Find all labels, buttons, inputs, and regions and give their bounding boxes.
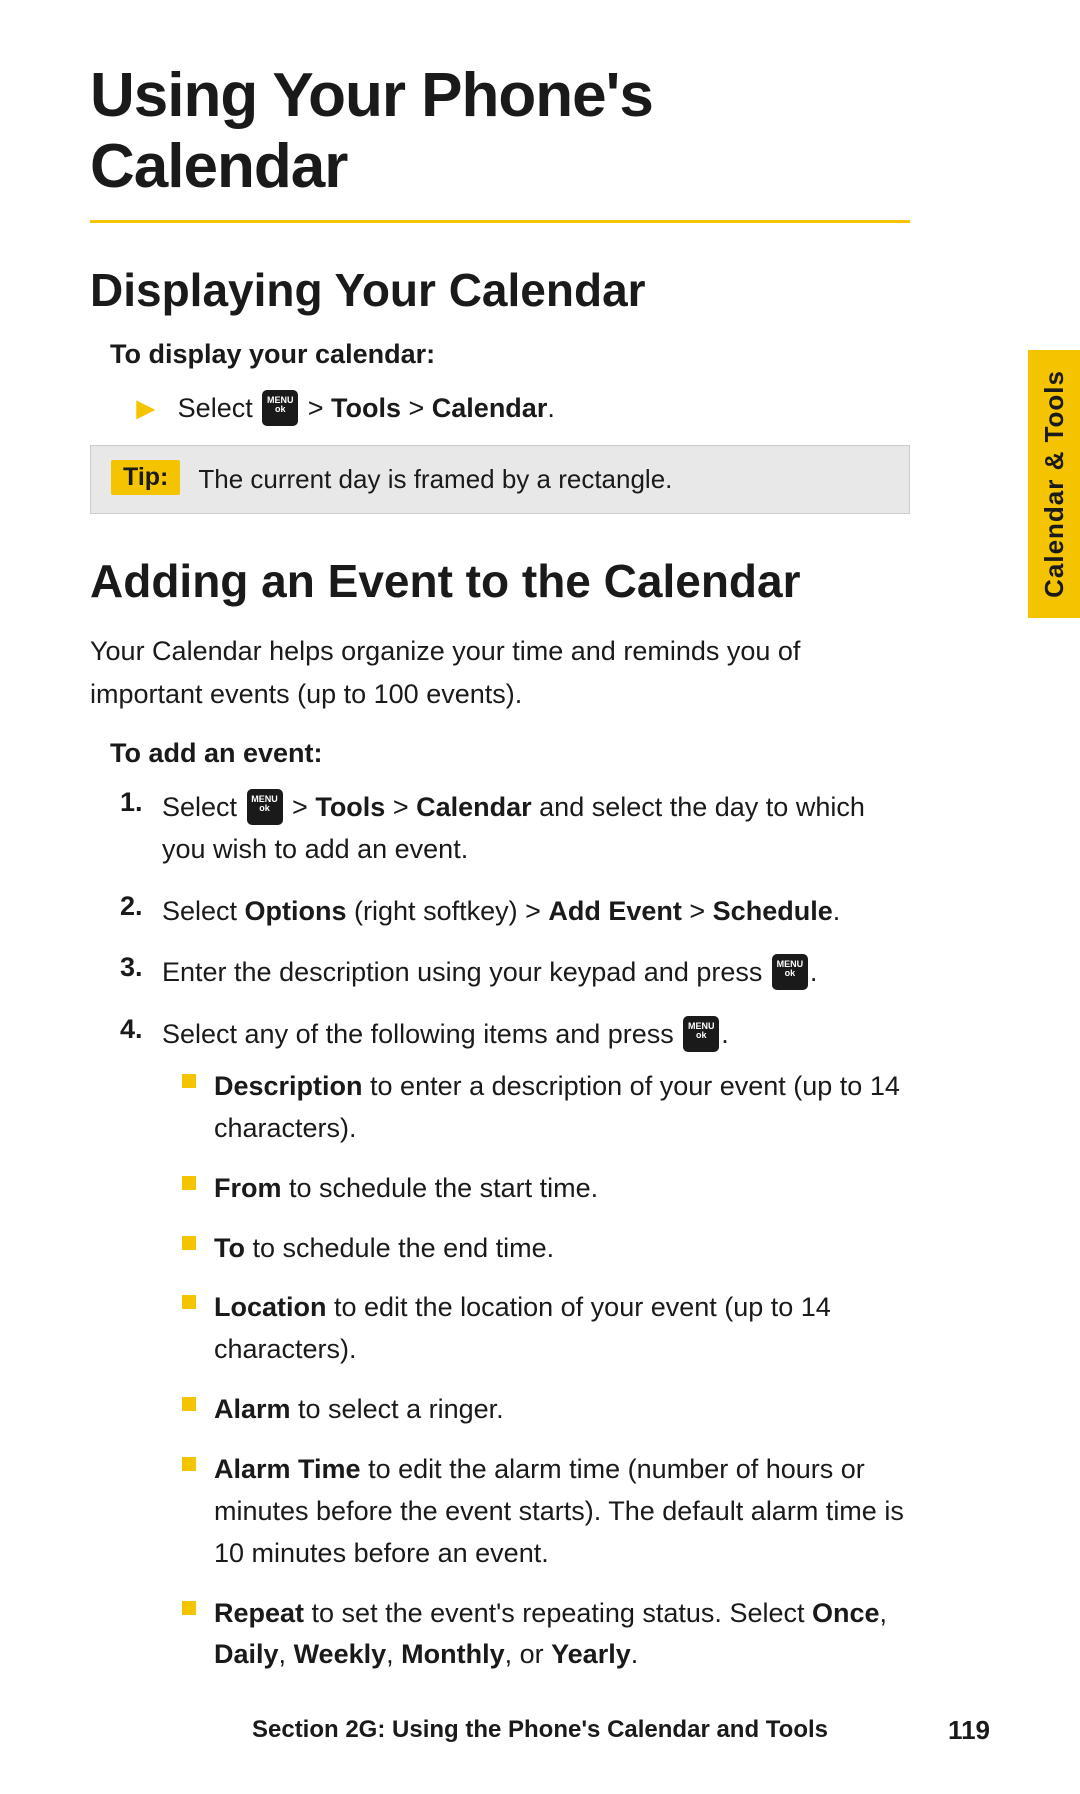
tip-text: The current day is framed by a rectangle… [198,460,672,499]
step-1-text: Select MENUok > Tools > Calendar and sel… [162,787,910,871]
section1-heading: Displaying Your Calendar [90,263,910,317]
section2-body: Your Calendar helps organize your time a… [90,630,910,716]
bullet-alarm: Alarm to select a ringer. [182,1389,910,1431]
step-2-text: Select Options (right softkey) > Add Eve… [162,891,840,933]
section1-subsection-label: To display your calendar: [110,339,910,370]
bullet-location: Location to edit the location of your ev… [182,1287,910,1371]
bullet-repeat: Repeat to set the event's repeating stat… [182,1593,910,1677]
bullet-description: Description to enter a description of yo… [182,1066,910,1150]
sidebar-tab: Calendar & Tools [1028,350,1080,618]
tip-label: Tip: [111,460,180,495]
section-adding: Adding an Event to the Calendar Your Cal… [90,554,910,1695]
bullet-to-text: To to schedule the end time. [214,1228,554,1270]
step-2-num: 2. [120,891,162,922]
bullet-alarm-time-text: Alarm Time to edit the alarm time (numbe… [214,1449,910,1575]
section2-subsection-label: To add an event: [110,738,910,769]
bullet-square-7 [182,1601,196,1615]
tip-box: Tip: The current day is framed by a rect… [90,445,910,514]
bullet-repeat-text: Repeat to set the event's repeating stat… [214,1593,910,1677]
bullet-list: Description to enter a description of yo… [182,1066,910,1676]
step-3-text: Enter the description using your keypad … [162,952,817,994]
footer-text: Section 2G: Using the Phone's Calendar a… [252,1716,828,1744]
bullet-from: From to schedule the start time. [182,1168,910,1210]
bullet-alarm-text: Alarm to select a ringer. [214,1389,504,1431]
step-3-num: 3. [120,952,162,983]
bullet-location-text: Location to edit the location of your ev… [214,1287,910,1371]
arrow-icon: ► [130,390,162,427]
bullet-from-text: From to schedule the start time. [214,1168,598,1210]
bullet-description-text: Description to enter a description of yo… [214,1066,910,1150]
step-1: 1. Select MENUok > Tools > Calendar and … [120,787,910,871]
title-divider [90,220,910,223]
footer-page: 119 [948,1715,990,1746]
step-2: 2. Select Options (right softkey) > Add … [120,891,910,933]
bullet-square-5 [182,1397,196,1411]
step-4: 4. Select any of the following items and… [120,1014,910,1694]
page-content: Using Your Phone's Calendar Displaying Y… [0,0,1000,1794]
sidebar-tab-label: Calendar & Tools [1039,370,1070,598]
bullet-square-2 [182,1176,196,1190]
step-4-text: Select any of the following items and pr… [162,1014,910,1694]
section1-instruction: ► Select MENUok > Tools > Calendar. [130,388,910,429]
page-footer: Section 2G: Using the Phone's Calendar a… [0,1716,1080,1744]
menu-ok-icon-4: MENUok [683,1016,719,1052]
step-4-num: 4. [120,1014,162,1045]
menu-ok-icon-2: MENUok [247,789,283,825]
bullet-alarm-time: Alarm Time to edit the alarm time (numbe… [182,1449,910,1575]
section2-heading: Adding an Event to the Calendar [90,554,910,608]
section1-step-text: Select MENUok > Tools > Calendar. [178,388,555,429]
bullet-square-6 [182,1457,196,1471]
menu-ok-icon-3: MENUok [772,954,808,990]
page-title: Using Your Phone's Calendar [90,60,910,202]
step-3: 3. Enter the description using your keyp… [120,952,910,994]
bullet-square-3 [182,1236,196,1250]
section-displaying: Displaying Your Calendar To display your… [90,263,910,514]
bullet-square-4 [182,1295,196,1309]
step-1-num: 1. [120,787,162,818]
ordered-steps: 1. Select MENUok > Tools > Calendar and … [120,787,910,1694]
menu-ok-icon-1: MENUok [262,390,298,426]
bullet-square-1 [182,1074,196,1088]
bullet-to: To to schedule the end time. [182,1228,910,1270]
